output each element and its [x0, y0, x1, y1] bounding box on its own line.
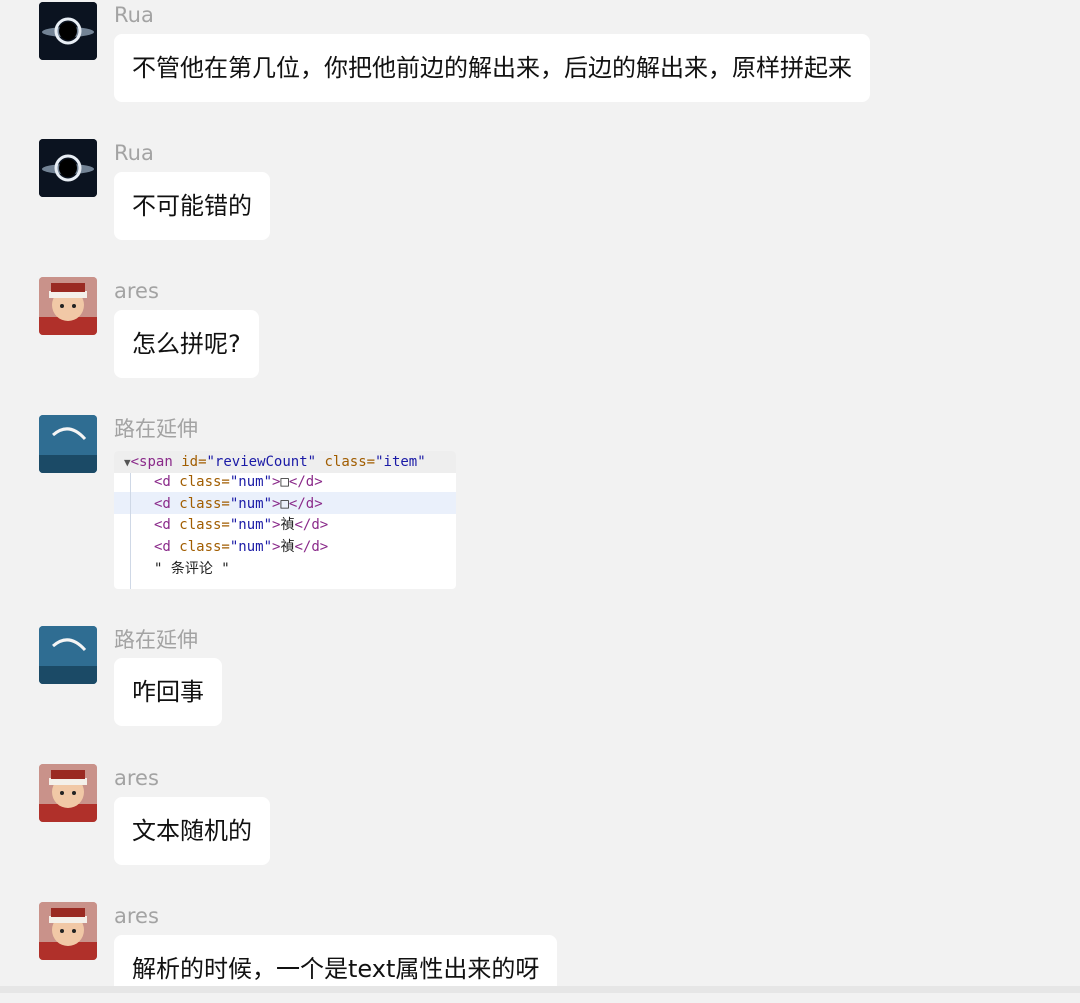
code-attr: class=: [170, 517, 230, 533]
message-bubble[interactable]: 怎么拼呢?: [114, 310, 259, 378]
code-text: 禎: [280, 539, 295, 555]
code-value: "num": [229, 517, 273, 533]
moon-sky-avatar[interactable]: [39, 626, 97, 684]
sender-name: ares: [114, 766, 159, 790]
code-line: <d class="num">□</d>: [154, 493, 323, 515]
code-tag: </d>: [288, 474, 323, 490]
code-attr: id=: [172, 454, 207, 470]
code-tag: <d: [154, 496, 171, 512]
code-value: "item": [375, 454, 426, 470]
sender-name: ares: [114, 279, 159, 303]
code-tag: <d: [154, 539, 171, 555]
sender-name: 路在延伸: [114, 628, 198, 652]
code-value: "reviewCount": [206, 454, 317, 470]
code-text: 禎: [280, 517, 295, 533]
code-text: □: [280, 496, 289, 512]
black-hole-avatar[interactable]: [39, 2, 97, 60]
anime-face-avatar[interactable]: [39, 764, 97, 822]
code-line: <d class="num">禎</d>: [154, 514, 328, 536]
code-tag: <d: [154, 517, 171, 533]
message-bubble[interactable]: 不管他在第几位，你把他前边的解出来，后边的解出来，原样拼起来: [114, 34, 870, 102]
code-attr: class=: [316, 454, 376, 470]
code-text-line: " 条评论 ": [154, 561, 230, 577]
divider: [0, 986, 1080, 993]
code-tag: </d>: [294, 517, 329, 533]
collapse-triangle-icon: ▼: [124, 456, 131, 469]
code-value: "num": [229, 539, 273, 555]
code-tag: <span: [130, 454, 173, 470]
code-attr: class=: [170, 496, 230, 512]
code-attr: class=: [170, 474, 230, 490]
message-bubble[interactable]: 咋回事: [114, 658, 222, 726]
code-line: <d class="num">□</d>: [154, 471, 323, 493]
sender-name: ares: [114, 904, 159, 928]
code-value: "num": [229, 474, 273, 490]
code-screenshot[interactable]: ▼<span id="reviewCount" class="item" <d …: [114, 451, 456, 589]
code-value: "num": [229, 496, 273, 512]
sender-name: Rua: [114, 141, 154, 165]
code-tag: </d>: [288, 496, 323, 512]
code-tag: <d: [154, 474, 171, 490]
sender-name: 路在延伸: [114, 417, 198, 441]
anime-face-avatar[interactable]: [39, 277, 97, 335]
code-line: <d class="num">禎</d>: [154, 536, 328, 558]
code-tag: </d>: [294, 539, 329, 555]
black-hole-avatar[interactable]: [39, 139, 97, 197]
message-bubble[interactable]: 解析的时候，一个是text属性出来的呀: [114, 935, 558, 993]
sender-name: Rua: [114, 3, 154, 27]
code-attr: class=: [170, 539, 230, 555]
message-bubble[interactable]: 文本随机的: [114, 797, 270, 865]
code-text: □: [280, 474, 289, 490]
chat-history: Rua 不管他在第几位，你把他前边的解出来，后边的解出来，原样拼起来 Rua 不…: [0, 0, 1080, 993]
indent-guide: [130, 473, 131, 589]
anime-face-avatar[interactable]: [39, 902, 97, 960]
moon-sky-avatar[interactable]: [39, 415, 97, 473]
message-bubble[interactable]: 不可能错的: [114, 172, 270, 240]
